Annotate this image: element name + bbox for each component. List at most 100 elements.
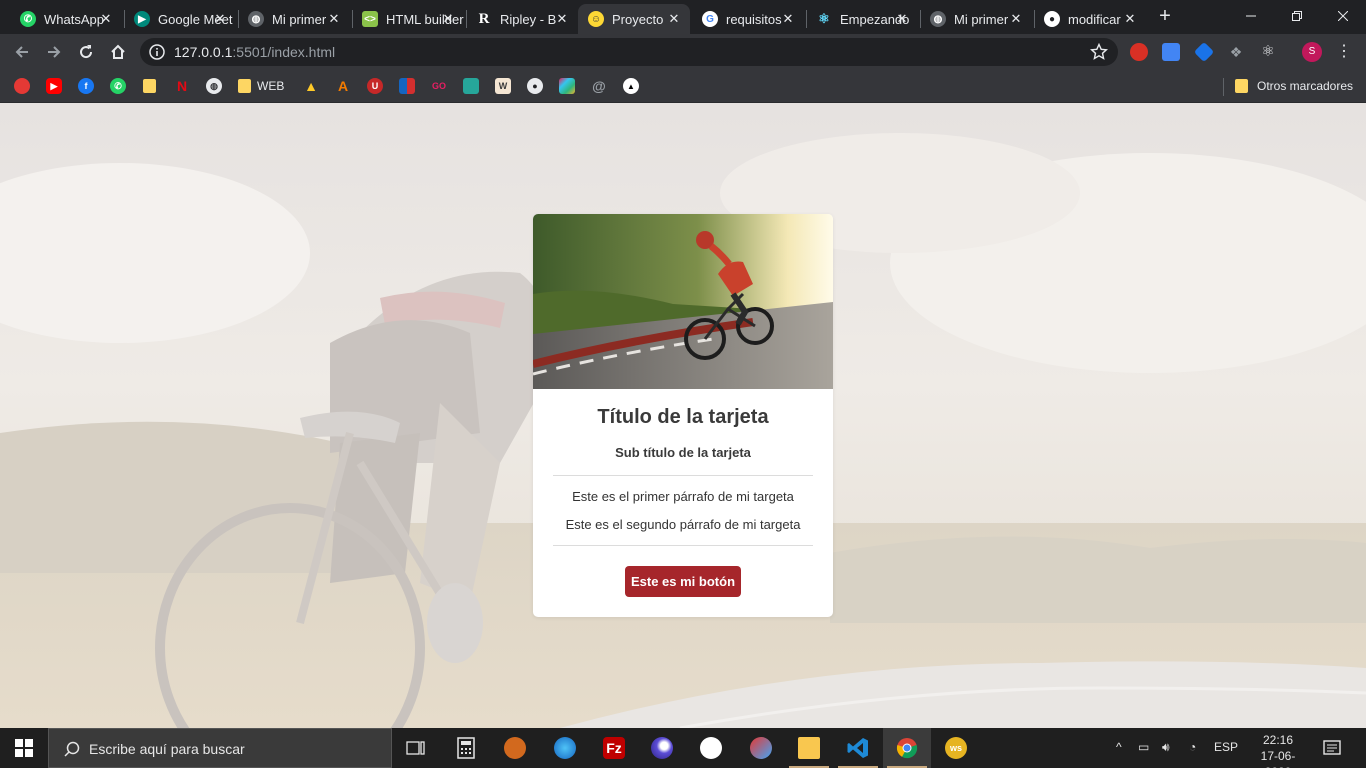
taskbar-app-chrome[interactable] (883, 728, 931, 768)
react-devtools-extension-icon[interactable]: ⚛ (1259, 43, 1277, 61)
bookmark-item[interactable] (463, 77, 479, 95)
close-tab-icon[interactable]: ✕ (212, 11, 228, 27)
card-button[interactable]: Este es mi botón (625, 566, 741, 597)
close-tab-icon[interactable]: ✕ (894, 11, 910, 27)
close-tab-icon[interactable]: ✕ (780, 11, 796, 27)
new-tab-button[interactable]: + (1154, 6, 1176, 28)
close-tab-icon[interactable]: ✕ (440, 11, 456, 27)
tab-empezando[interactable]: ⚛ Empezando ✕ (806, 4, 918, 34)
bookmark-folder[interactable] (143, 77, 156, 95)
close-tab-icon[interactable]: ✕ (326, 11, 342, 27)
battery-icon[interactable]: ▭ (1138, 740, 1149, 754)
windows-taskbar: Escribe aquí para buscar Fz ws ^ ▭ 🔊︎ ◔ … (0, 728, 1366, 768)
card-paragraph: Este es el segundo párrafo de mi targeta (565, 517, 801, 532)
bookmark-item[interactable]: ◍ (206, 77, 222, 95)
dropbox-extension-icon[interactable]: ❖ (1227, 43, 1245, 61)
bookmark-label: WEB (257, 79, 285, 93)
tab-proyecto[interactable]: ☺ Proyecto ✕ (578, 4, 690, 34)
show-hidden-icons-button[interactable]: ^ (1116, 740, 1122, 754)
taskbar-app-mongodb[interactable] (687, 728, 735, 768)
bookmark-star-icon[interactable] (1090, 43, 1108, 61)
vscode-icon (847, 738, 868, 758)
url-text[interactable]: 127.0.0.1:5501/index.html (174, 44, 335, 60)
taskbar-app-earth[interactable] (541, 728, 589, 768)
taskbar-search-box[interactable]: Escribe aquí para buscar (48, 728, 392, 768)
taskbar-app-eclipse[interactable] (638, 728, 686, 768)
taskbar-app-file-explorer[interactable] (785, 728, 833, 768)
translate-extension-icon[interactable] (1162, 43, 1180, 61)
profile-avatar[interactable]: S (1302, 42, 1322, 62)
tab-mi-primer-1[interactable]: ◍ Mi primer ✕ (238, 4, 350, 34)
bookmark-item[interactable]: @ (591, 77, 607, 95)
adblock-extension-icon[interactable] (1130, 43, 1148, 61)
box-extension-icon[interactable] (1193, 41, 1215, 63)
wifi-icon[interactable]: ◔ (1189, 740, 1196, 754)
tab-modificar[interactable]: ● modificar ✕ (1034, 4, 1146, 34)
taskbar-app-glove[interactable] (491, 728, 539, 768)
clock[interactable]: 22:16 17-06-2020 (1248, 732, 1308, 768)
bookmark-folder-other[interactable]: Otros marcadores (1235, 77, 1353, 95)
bookmark-item-go[interactable]: GO (431, 77, 447, 95)
close-window-button[interactable] (1320, 0, 1366, 32)
whatsapp-icon: ✆ (20, 11, 36, 27)
back-button[interactable] (9, 39, 35, 65)
close-tab-icon[interactable]: ✕ (666, 11, 682, 27)
close-tab-icon[interactable]: ✕ (554, 11, 570, 27)
bookmark-item[interactable] (399, 77, 415, 95)
start-button[interactable] (0, 728, 48, 768)
mongodb-icon (700, 737, 722, 759)
tab-google-meet[interactable]: ▶ Google Meet ✕ (124, 4, 236, 34)
w-icon: W (495, 78, 511, 94)
netflix-icon: N (176, 78, 188, 94)
bookmark-item[interactable]: A (335, 77, 351, 95)
calculator-icon (457, 737, 475, 759)
taskbar-app-ws[interactable]: ws (932, 728, 980, 768)
address-bar[interactable]: 127.0.0.1:5501/index.html (140, 38, 1118, 66)
bookmark-item[interactable] (559, 77, 575, 95)
tab-mi-primer-2[interactable]: ◍ Mi primer ✕ (920, 4, 1032, 34)
tab-whatsapp[interactable]: ✆ WhatsApp ✕ (10, 4, 122, 34)
bookmark-item[interactable]: f (78, 77, 94, 95)
filezilla-icon: Fz (603, 737, 625, 759)
info-icon[interactable] (149, 44, 165, 60)
task-view-button[interactable] (392, 728, 440, 768)
bookmark-item[interactable]: N (174, 77, 190, 95)
bookmark-item[interactable]: ● (527, 77, 543, 95)
bookmark-folder-web[interactable]: WEB (238, 77, 284, 95)
notifications-icon[interactable] (1322, 738, 1342, 758)
folder-icon (1235, 79, 1248, 93)
taskbar-app-paint[interactable] (737, 728, 785, 768)
menu-kebab-icon[interactable]: ⋮ (1336, 42, 1352, 62)
back-arrow-icon (15, 46, 28, 58)
close-tab-icon[interactable]: ✕ (98, 11, 114, 27)
ripley-icon: R (478, 10, 490, 27)
bookmark-item[interactable] (14, 77, 30, 95)
tab-requisitos[interactable]: G requisitos ✕ (692, 4, 804, 34)
bookmark-item[interactable]: W (495, 77, 511, 95)
bookmark-item[interactable]: ✆ (110, 77, 126, 95)
google-icon: G (702, 11, 718, 27)
tab-ripley[interactable]: R Ripley - B ✕ (466, 4, 578, 34)
clock-time: 22:16 (1262, 733, 1294, 747)
close-tab-icon[interactable]: ✕ (1008, 11, 1024, 27)
bookmark-item[interactable]: ▲ (623, 77, 639, 95)
divider (553, 545, 813, 546)
bookmark-item[interactable]: U (367, 77, 383, 95)
language-indicator[interactable]: ESP (1214, 740, 1238, 754)
minimize-icon (1246, 15, 1256, 17)
clock-date: 17-06-2020 (1260, 749, 1296, 768)
card: Título de la tarjeta Sub título de la ta… (533, 214, 833, 617)
restore-button[interactable] (1274, 0, 1320, 32)
reload-button[interactable] (73, 39, 99, 65)
taskbar-app-vscode[interactable] (834, 728, 882, 768)
volume-icon[interactable]: 🔊︎ (1162, 740, 1170, 755)
home-button[interactable] (105, 39, 131, 65)
bookmark-item[interactable]: ▲ (303, 77, 319, 95)
forward-button[interactable] (41, 39, 67, 65)
taskbar-app-filezilla[interactable]: Fz (590, 728, 638, 768)
taskbar-app-calculator[interactable] (442, 728, 490, 768)
tab-html-builder[interactable]: <> HTML builder ✕ (352, 4, 464, 34)
bookmark-item[interactable]: ▶ (46, 77, 62, 95)
minimize-button[interactable] (1228, 0, 1274, 32)
close-tab-icon[interactable]: ✕ (1122, 11, 1138, 27)
